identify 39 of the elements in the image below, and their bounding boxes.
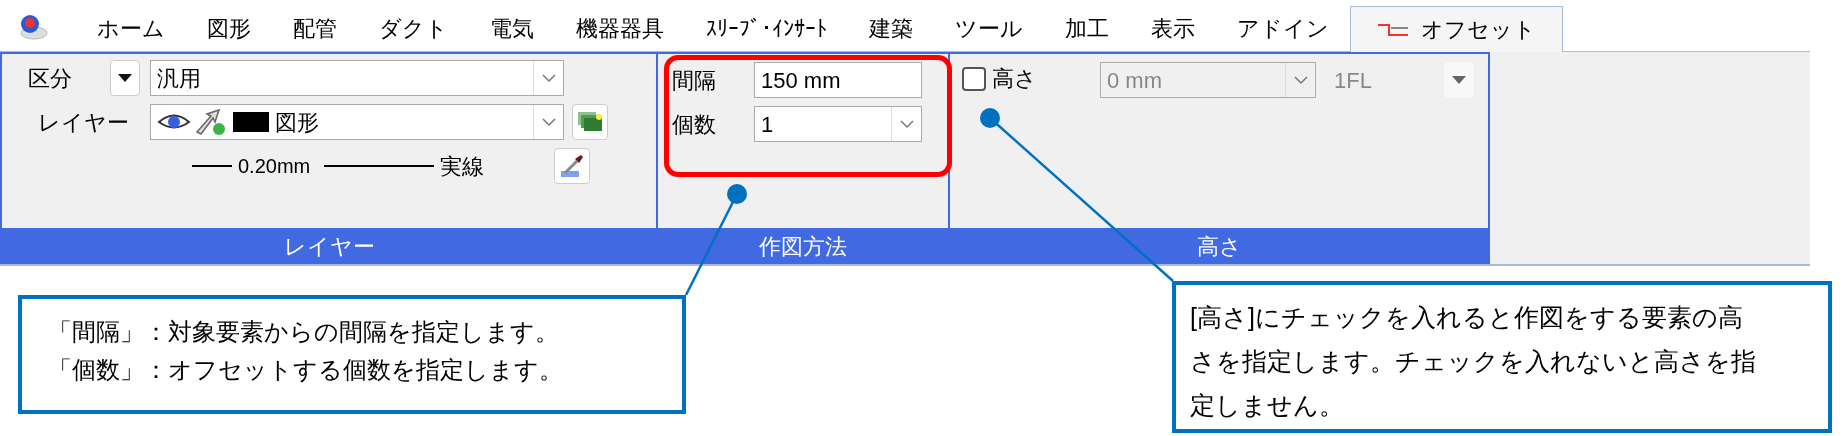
group-title: レイヤー: [2, 228, 656, 264]
cursor-check-icon: [193, 108, 227, 136]
ribbon-tab[interactable]: ダクト: [358, 5, 469, 51]
app-logo-icon[interactable]: [18, 13, 48, 41]
ribbon-tab[interactable]: 電気: [469, 5, 555, 51]
category-dropdown[interactable]: 汎用: [150, 60, 564, 96]
layers-icon[interactable]: [572, 104, 608, 140]
field-label: 間隔: [672, 66, 717, 95]
field-label: 個数: [672, 110, 717, 139]
floor-text: 1FL: [1334, 66, 1373, 95]
group-title: 高さ: [950, 228, 1488, 264]
line-sample: [192, 165, 232, 167]
ribbon-tab[interactable]: ｽﾘｰﾌﾞ･ｲﾝｻｰﾄ: [685, 5, 848, 51]
field-label: 区分: [27, 64, 73, 93]
eyedropper-icon[interactable]: [554, 148, 591, 184]
callout-text: [高さ]にチェックを入れると作図をする要素の高 さを指定します。チェックを入れないと高さを指 定しません。: [1190, 302, 1757, 421]
field-label: レイヤー: [37, 108, 130, 137]
ribbon-tab[interactable]: ツール: [934, 5, 1044, 51]
ribbon-tab[interactable]: 図形: [186, 5, 272, 51]
layer-dropdown[interactable]: 図形: [150, 104, 564, 140]
group-title: 作図方法: [658, 228, 948, 264]
ribbon-tab[interactable]: 建築: [848, 5, 934, 51]
ribbon-tab[interactable]: 配管: [272, 5, 358, 51]
triangle-down-icon: [1452, 76, 1466, 84]
ribbon-tab[interactable]: オフセット: [1350, 6, 1563, 52]
line-type-text: 実線: [440, 152, 486, 181]
dropdown-button[interactable]: [110, 60, 140, 96]
ribbon-tab[interactable]: ホーム: [76, 5, 186, 51]
callout-text: 「間隔」：対象要素からの間隔を指定します。 「個数」：オフセットする個数を指定します。: [48, 317, 564, 385]
ribbon-tab[interactable]: 機器器具: [555, 5, 685, 51]
spacing-field[interactable]: 150 mm: [754, 62, 922, 98]
color-swatch: [233, 112, 269, 132]
offset-icon: [1377, 21, 1409, 38]
line-width-text: 0.20mm: [238, 154, 311, 179]
ribbon-tab[interactable]: アドイン: [1216, 5, 1350, 51]
ribbon-tab[interactable]: 表示: [1130, 5, 1216, 51]
ribbon-tab[interactable]: 加工: [1044, 5, 1130, 51]
count-dropdown[interactable]: 1: [754, 106, 922, 142]
triangle-down-icon: [118, 74, 132, 82]
